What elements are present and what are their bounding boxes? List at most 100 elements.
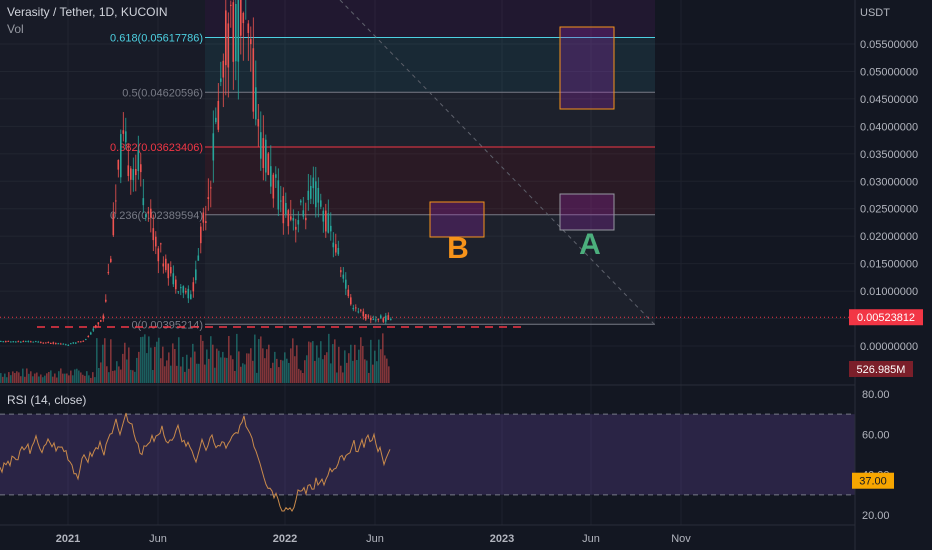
volume-bar bbox=[186, 354, 188, 383]
price-tick: 0.04000000 bbox=[860, 121, 918, 133]
volume-bar bbox=[376, 361, 378, 383]
volume-bar bbox=[298, 368, 300, 383]
candle-body bbox=[345, 279, 347, 289]
volume-bar bbox=[182, 356, 184, 383]
candle-body bbox=[50, 342, 52, 344]
time-tick: Jun bbox=[149, 533, 167, 545]
candle-body bbox=[292, 218, 295, 221]
volume-bar bbox=[278, 367, 280, 383]
volume-bar bbox=[334, 339, 336, 383]
candle-body bbox=[177, 291, 180, 293]
candle-body bbox=[307, 190, 310, 201]
volume-bar bbox=[268, 344, 270, 383]
candle-body bbox=[257, 119, 260, 127]
time-tick: Jun bbox=[366, 533, 384, 545]
volume-bar bbox=[238, 351, 240, 383]
volume-bar bbox=[166, 360, 168, 383]
fib-label: 0.618(0.05617786) bbox=[110, 33, 203, 45]
volume-bar bbox=[374, 350, 376, 383]
candle-body bbox=[320, 200, 322, 207]
volume-bar bbox=[116, 361, 118, 383]
price-tick: 0.05000000 bbox=[860, 66, 918, 78]
volume-label: Vol bbox=[7, 22, 24, 36]
volume-bar bbox=[64, 373, 66, 383]
volume-bar bbox=[94, 377, 96, 383]
volume-bar bbox=[106, 366, 108, 383]
candle-body bbox=[217, 101, 220, 130]
candle-body bbox=[312, 177, 315, 189]
candle-body bbox=[315, 181, 317, 208]
volume-bar bbox=[244, 364, 246, 383]
candle-body bbox=[290, 216, 292, 220]
candle-body bbox=[62, 343, 65, 345]
candle-body bbox=[327, 213, 330, 233]
volume-bar bbox=[12, 371, 14, 383]
volume-bar bbox=[350, 344, 352, 383]
rsi-tick: 80.00 bbox=[862, 389, 890, 401]
volume-bar bbox=[282, 360, 284, 383]
volume-bar bbox=[262, 348, 264, 383]
volume-bar bbox=[52, 376, 54, 383]
candle-body bbox=[305, 217, 307, 221]
volume-bar bbox=[190, 357, 192, 383]
volume-bar bbox=[380, 349, 382, 383]
candle-body bbox=[42, 342, 45, 344]
candle-body bbox=[65, 344, 67, 346]
candle-body bbox=[322, 210, 325, 222]
volume-bar bbox=[70, 370, 72, 383]
candle-body bbox=[92, 328, 95, 331]
volume-bar bbox=[20, 376, 22, 383]
candle-body bbox=[300, 200, 302, 203]
fib-label: 0.236(0.02389594) bbox=[110, 210, 203, 222]
volume-bar bbox=[308, 341, 310, 383]
candle-body bbox=[337, 248, 340, 255]
candle-body bbox=[152, 228, 155, 241]
volume-bar bbox=[178, 337, 180, 383]
volume-bar bbox=[354, 344, 356, 383]
volume-bar bbox=[274, 351, 276, 383]
price-tick: 0.05500000 bbox=[860, 39, 918, 51]
volume-bar bbox=[258, 339, 260, 383]
candle-body bbox=[110, 258, 112, 262]
volume-bar bbox=[184, 371, 186, 383]
price-chart[interactable]: 0.618(0.05617786) 0.5(0.04620596) 0.382(0.… bbox=[0, 0, 932, 550]
volume-bar bbox=[32, 376, 34, 383]
volume-bar bbox=[28, 373, 30, 383]
fib-label: 0.382(0.03623406) bbox=[110, 142, 203, 154]
candle-body bbox=[260, 132, 262, 159]
candle-body bbox=[242, 12, 245, 24]
price-axis bbox=[855, 0, 932, 550]
volume-bar bbox=[98, 367, 100, 383]
candle-body bbox=[20, 341, 22, 343]
volume-bar bbox=[174, 349, 176, 383]
volume-bar bbox=[14, 373, 16, 383]
candle-body bbox=[87, 335, 90, 338]
candle-body bbox=[360, 309, 362, 311]
volume-bar bbox=[304, 360, 306, 383]
candle-body bbox=[2, 341, 5, 343]
volume-bar bbox=[364, 359, 366, 383]
volume-bar bbox=[358, 349, 360, 383]
volume-bar bbox=[148, 336, 150, 383]
volume-bar bbox=[288, 362, 290, 383]
candle-body bbox=[377, 318, 380, 321]
volume-bar bbox=[260, 336, 262, 383]
volume-bar bbox=[196, 363, 198, 383]
volume-bar bbox=[4, 373, 6, 383]
candle-body bbox=[112, 213, 115, 236]
candle-body bbox=[195, 269, 197, 281]
volume-bar bbox=[222, 351, 224, 383]
volume-bar bbox=[300, 370, 302, 383]
volume-bar bbox=[236, 333, 238, 383]
volume-bar bbox=[324, 355, 326, 383]
candle-body bbox=[237, 0, 240, 62]
candle-body bbox=[32, 341, 35, 343]
volume-bar bbox=[232, 359, 234, 383]
volume-bar bbox=[194, 351, 196, 383]
volume-bar bbox=[76, 368, 78, 383]
candle-body bbox=[190, 294, 192, 300]
volume-bar bbox=[348, 353, 350, 383]
candle-body bbox=[232, 2, 235, 62]
volume-bar bbox=[228, 336, 230, 383]
volume-bar bbox=[150, 347, 152, 383]
